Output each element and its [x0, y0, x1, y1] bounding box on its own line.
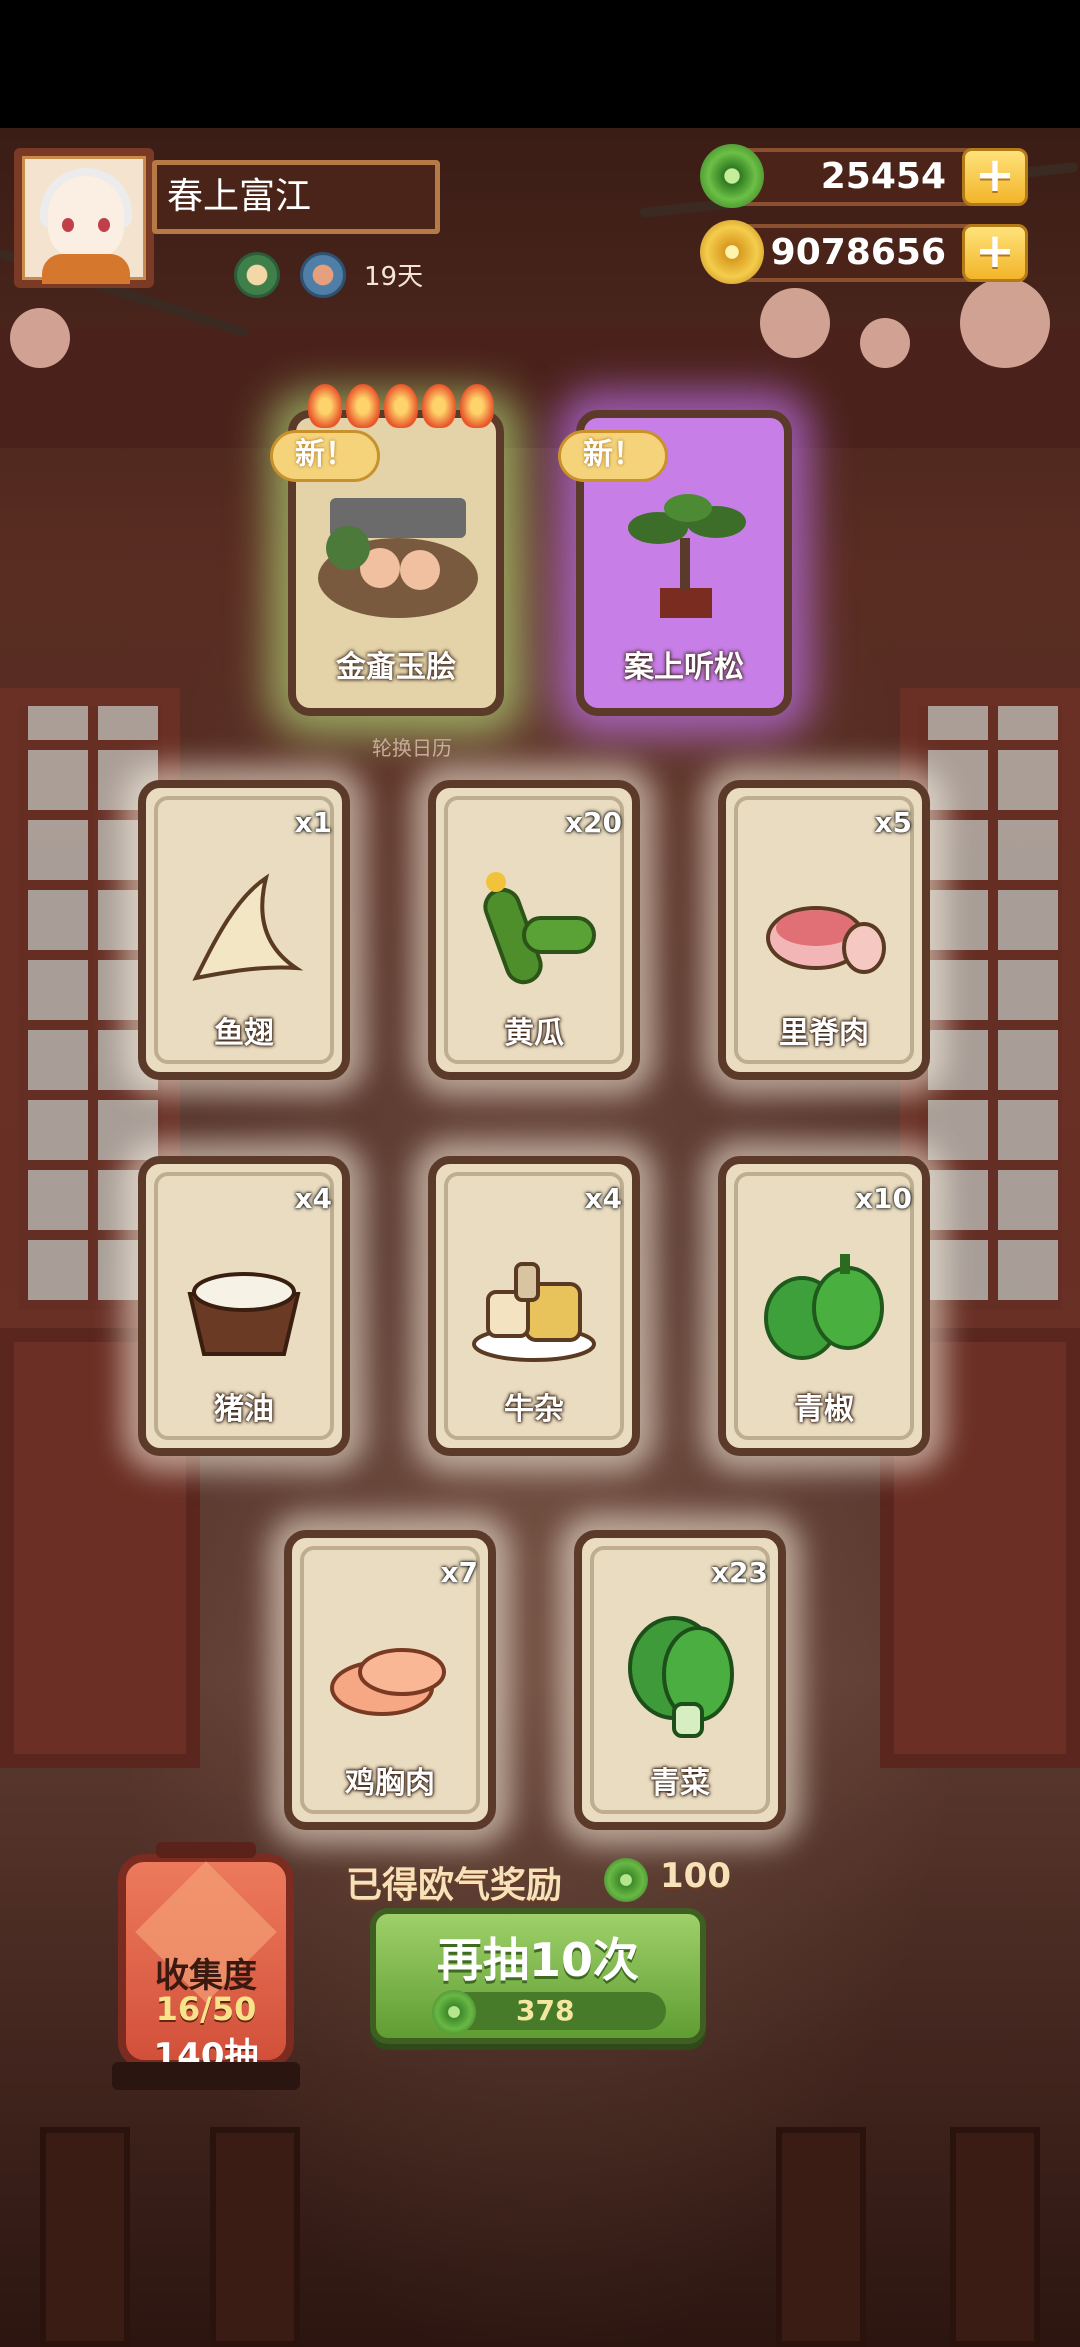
- add-jade-button[interactable]: +: [962, 148, 1028, 206]
- item-label: 里脊肉: [779, 1016, 869, 1051]
- item-count: x7: [440, 1556, 478, 1589]
- flame-icon: [460, 384, 494, 428]
- chicken-breast-icon: [330, 1648, 446, 1716]
- item-count: x5: [874, 806, 912, 839]
- item-label: 青菜: [650, 1766, 710, 1801]
- flame-icon: [384, 384, 418, 428]
- item-card-green-pepper[interactable]: x10 青椒: [718, 1156, 930, 1456]
- item-count: x4: [294, 1182, 332, 1215]
- item-card-lard[interactable]: x4 猪油: [138, 1156, 350, 1456]
- item-label: 鸡胸肉: [345, 1766, 435, 1801]
- luck-reward-text: 已得欧气奖励: [346, 1865, 563, 1906]
- green-pepper-icon: [764, 1254, 884, 1360]
- tenderloin-icon: [766, 906, 886, 974]
- fence-post: [950, 2127, 1040, 2347]
- blossom: [760, 288, 830, 358]
- buff-icon[interactable]: [234, 252, 280, 298]
- coin-amount: 9078656: [770, 232, 946, 273]
- flame-icon: [346, 384, 380, 428]
- meat-buff-icon[interactable]: [300, 252, 346, 298]
- featured-label: 金齑玉脍: [336, 650, 456, 685]
- beef-offal-icon: [472, 1262, 596, 1362]
- rotate-calendar-label: 轮换日历: [372, 736, 452, 760]
- new-badge: 新！: [558, 430, 668, 482]
- days-counter: 19天: [364, 262, 424, 292]
- featured-card-jinji[interactable]: 新！ 金齑玉脍: [270, 384, 504, 716]
- flame-icon: [308, 384, 342, 428]
- item-card-chicken-breast[interactable]: x7 鸡胸肉: [284, 1530, 496, 1830]
- shark-fin-icon: [192, 873, 304, 981]
- bok-choy-icon: [628, 1616, 734, 1738]
- jade-icon: [604, 1858, 648, 1902]
- draw-again-button[interactable]: 再抽10次 378: [370, 1908, 706, 2044]
- player-avatar[interactable]: [14, 148, 154, 288]
- fence-post: [40, 2127, 130, 2347]
- jade-amount: 25454: [820, 156, 946, 197]
- lard-bowl-icon: [187, 1272, 301, 1356]
- item-count: x4: [584, 1182, 622, 1215]
- fence-post: [776, 2127, 866, 2347]
- flame-icon: [422, 384, 456, 428]
- item-label: 鱼翅: [214, 1016, 274, 1051]
- item-card-beef-offal[interactable]: x4 牛杂: [428, 1156, 640, 1456]
- jade-icon: [700, 144, 764, 208]
- dish-artwork: [318, 498, 478, 618]
- item-count: x23: [710, 1556, 768, 1589]
- item-card-greens[interactable]: x23 青菜: [574, 1530, 786, 1830]
- luck-reward-value: 100: [660, 1856, 731, 1896]
- featured-label: 案上听松: [624, 650, 744, 685]
- item-count: x20: [564, 806, 622, 839]
- item-card-cucumber[interactable]: x20 黄瓜: [428, 780, 640, 1080]
- new-badge: 新！: [270, 430, 380, 482]
- bonsai-artwork: [628, 494, 746, 618]
- collection-progress: 16/50: [155, 1990, 257, 2028]
- item-card-shark-fin[interactable]: x1 鱼翅: [138, 780, 350, 1080]
- draw-cost: 378: [516, 1994, 575, 2027]
- blossom: [10, 308, 70, 368]
- coin-icon: [700, 220, 764, 284]
- item-count: x10: [854, 1182, 912, 1215]
- blossom: [960, 278, 1050, 368]
- wall-band: [0, 328, 1080, 448]
- item-label: 青椒: [794, 1392, 854, 1427]
- player-name[interactable]: 春上富江: [152, 160, 440, 234]
- draw-again-label: 再抽10次: [436, 1933, 639, 1987]
- item-count: x1: [294, 806, 332, 839]
- collection-lantern[interactable]: 收集度 16/50 140抽: [118, 1842, 294, 2076]
- blossom: [860, 318, 910, 368]
- fence-post: [210, 2127, 300, 2347]
- cucumber-icon: [483, 872, 596, 985]
- item-card-tenderloin[interactable]: x5 里脊肉: [718, 780, 930, 1080]
- add-coins-button[interactable]: +: [962, 224, 1028, 282]
- item-label: 牛杂: [504, 1392, 564, 1427]
- jade-icon: [432, 1990, 476, 2034]
- item-label: 猪油: [214, 1392, 274, 1427]
- featured-card-songpen[interactable]: 新！ 案上听松: [558, 410, 792, 716]
- item-label: 黄瓜: [504, 1016, 564, 1051]
- lantern-stand: [112, 2062, 300, 2090]
